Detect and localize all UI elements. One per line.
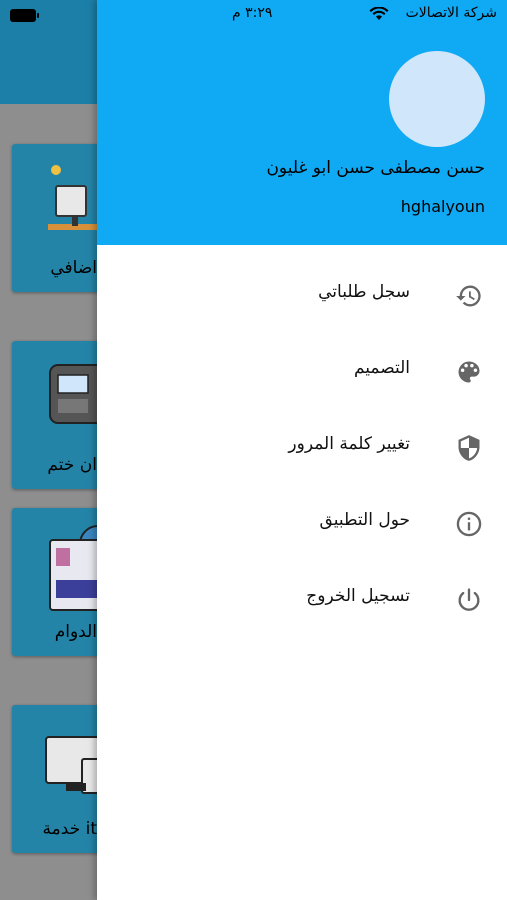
service-card-label: خدمة it [42,819,97,839]
service-card-label: اضافي [50,258,97,278]
status-time: ٣:٢٩ م [232,5,273,21]
info-icon [456,511,482,537]
menu-item-logout[interactable]: تسجيل الخروج [97,561,507,637]
shield-icon [458,435,480,461]
palette-icon [458,361,480,383]
power-icon [458,588,480,611]
menu-item-label: حول التطبيق [319,510,410,530]
menu-item-label: تغيير كلمة المرور [288,434,410,454]
drawer-header: حسن مصطفى حسن ابو غليون hghalyoun [97,0,507,245]
menu-item-about[interactable]: حول التطبيق [97,485,507,561]
user-full-name: حسن مصطفى حسن ابو غليون [266,158,485,178]
menu-item-label: التصميم [353,358,410,378]
menu-item-change-password[interactable]: تغيير كلمة المرور [97,409,507,485]
service-card-label: ان ختم [47,455,97,475]
avatar[interactable] [389,51,485,147]
wifi-icon [369,7,389,20]
menu-item-theme[interactable]: التصميم [97,333,507,409]
battery-icon [10,9,39,22]
drawer-menu: سجل طلباتي التصميم تغيير كلمة المرور حول… [97,257,507,637]
menu-item-my-requests[interactable]: سجل طلباتي [97,257,507,333]
service-card-label: الدوام [54,622,97,642]
carrier-name: شركة الاتصالات [405,5,497,21]
navigation-drawer: حسن مصطفى حسن ابو غليون hghalyoun سجل طل… [97,0,507,900]
menu-item-label: سجل طلباتي [318,282,410,302]
status-bar: ٣:٢٩ م شركة الاتصالات [0,0,507,30]
username: hghalyoun [400,197,485,216]
history-icon [456,285,481,307]
menu-item-label: تسجيل الخروج [306,586,410,606]
